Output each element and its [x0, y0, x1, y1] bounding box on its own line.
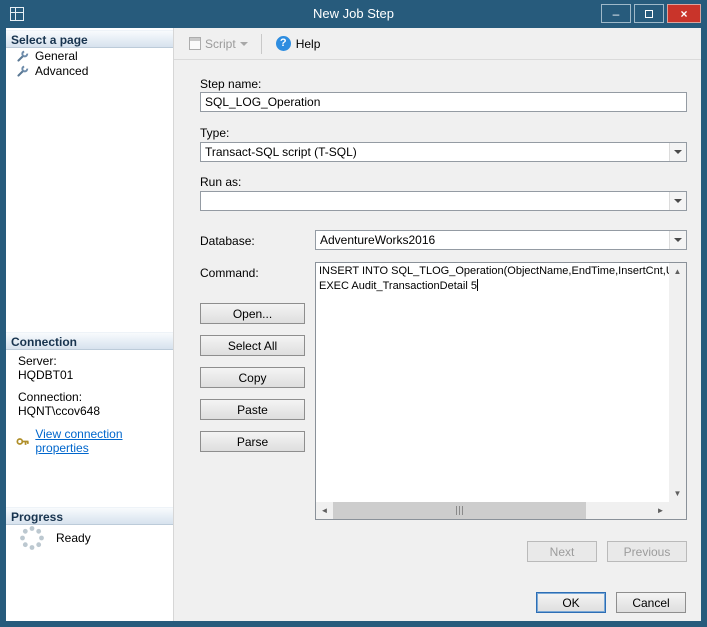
database-label: Database:	[200, 234, 255, 248]
command-label: Command:	[200, 266, 259, 280]
text-caret	[476, 279, 478, 291]
close-button[interactable]: ×	[667, 4, 701, 23]
open-button[interactable]: Open...	[200, 303, 305, 324]
help-button-label: Help	[295, 36, 321, 51]
scroll-left-icon[interactable]: ◄	[316, 502, 333, 519]
scrollbar-thumb[interactable]	[333, 502, 586, 519]
view-connection-properties-text[interactable]: View connection properties	[35, 427, 173, 455]
vertical-scrollbar[interactable]: ▲ ▼	[669, 263, 686, 502]
run-as-dropdown[interactable]	[200, 191, 687, 211]
sidebar: Select a page General Advanced Connectio…	[6, 28, 174, 621]
select-a-page-header: Select a page	[6, 30, 173, 48]
next-button[interactable]: Next	[527, 541, 597, 562]
connection-value: HQNT\ccov648	[18, 404, 101, 418]
progress-header: Progress	[6, 507, 173, 525]
close-icon: ×	[680, 6, 688, 21]
step-name-value: SQL_LOG_Operation	[205, 95, 321, 109]
scroll-down-icon[interactable]: ▼	[669, 485, 686, 502]
scroll-right-icon[interactable]: ►	[652, 502, 669, 519]
horizontal-scrollbar[interactable]: ◄ ►	[316, 502, 669, 519]
cancel-button[interactable]: Cancel	[616, 592, 686, 613]
select-all-button[interactable]: Select All	[200, 335, 305, 356]
toolbar-separator	[260, 33, 262, 54]
connection-header: Connection	[6, 332, 173, 350]
type-value: Transact-SQL script (T-SQL)	[205, 145, 357, 159]
script-button-label: Script	[205, 36, 236, 51]
sidebar-item-label: General	[35, 49, 78, 63]
scrollbar-grip-icon	[455, 506, 465, 515]
dropdown-arrow-icon[interactable]	[669, 192, 686, 210]
connection-properties-icon	[16, 437, 29, 445]
parse-button[interactable]: Parse	[200, 431, 305, 452]
window-controls: – ×	[601, 4, 701, 23]
script-button[interactable]: Script	[184, 34, 253, 54]
database-value: AdventureWorks2016	[320, 233, 436, 247]
database-dropdown[interactable]: AdventureWorks2016	[315, 230, 687, 250]
main-panel: Script ? Help Step name: SQL_LOG_Operati…	[174, 28, 701, 621]
script-icon	[189, 37, 201, 50]
toolbar: Script ? Help	[174, 28, 701, 60]
progress-status: Ready	[56, 531, 91, 545]
command-line: EXEC Audit_TransactionDetail 5	[319, 279, 478, 292]
maximize-icon	[645, 9, 653, 18]
sidebar-item-general[interactable]: General	[16, 49, 78, 63]
command-editor[interactable]: INSERT INTO SQL_TLOG_Operation(ObjectNam…	[315, 262, 687, 520]
progress-status-row: Ready	[18, 524, 91, 552]
minimize-icon: –	[612, 6, 620, 21]
step-name-label: Step name:	[200, 77, 262, 91]
type-label: Type:	[200, 126, 230, 140]
server-value: HQDBT01	[18, 368, 74, 382]
connection-label: Connection:	[18, 390, 83, 404]
new-job-step-dialog: New Job Step – × Select a page General A…	[0, 0, 707, 627]
chevron-down-icon	[239, 41, 248, 50]
paste-button[interactable]: Paste	[200, 399, 305, 420]
view-connection-properties-link[interactable]: View connection properties	[16, 427, 173, 455]
scrollbar-corner	[669, 502, 686, 519]
sidebar-item-advanced[interactable]: Advanced	[16, 64, 88, 78]
dropdown-arrow-icon[interactable]	[669, 143, 686, 161]
help-button[interactable]: ? Help	[270, 33, 327, 54]
command-text[interactable]: INSERT INTO SQL_TLOG_Operation(ObjectNam…	[316, 263, 669, 502]
maximize-button[interactable]	[634, 4, 664, 23]
command-line: INSERT INTO SQL_TLOG_Operation(ObjectNam…	[319, 265, 669, 277]
minimize-button[interactable]: –	[601, 4, 631, 23]
step-name-input[interactable]: SQL_LOG_Operation	[200, 92, 687, 112]
ok-button[interactable]: OK	[536, 592, 606, 613]
server-label: Server:	[18, 354, 57, 368]
wrench-icon	[17, 49, 29, 62]
sidebar-item-label: Advanced	[35, 64, 89, 78]
run-as-label: Run as:	[200, 175, 242, 189]
help-icon: ?	[275, 36, 291, 51]
previous-button[interactable]: Previous	[607, 541, 687, 562]
wrench-icon	[17, 64, 29, 77]
copy-button[interactable]: Copy	[200, 367, 305, 388]
titlebar[interactable]: New Job Step – ×	[0, 0, 707, 28]
type-dropdown[interactable]: Transact-SQL script (T-SQL)	[200, 142, 687, 162]
scroll-up-icon[interactable]: ▲	[669, 263, 686, 280]
dropdown-arrow-icon[interactable]	[669, 231, 686, 249]
progress-spinner-icon	[20, 526, 44, 550]
